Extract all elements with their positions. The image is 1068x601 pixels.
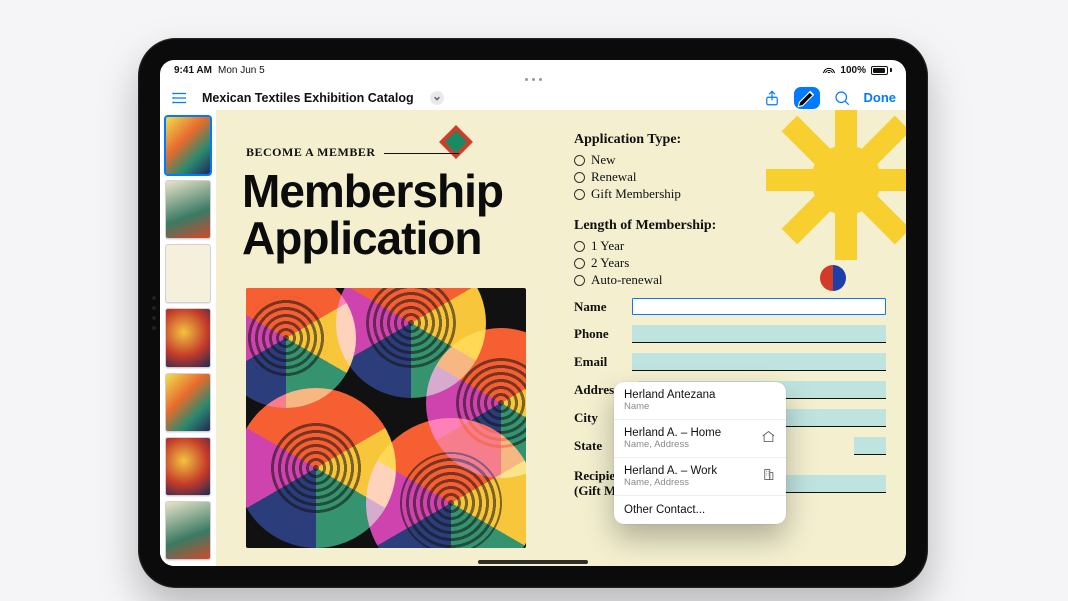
wifi-icon xyxy=(823,64,835,76)
done-button[interactable]: Done xyxy=(864,90,897,105)
length-heading: Length of Membership: xyxy=(574,218,886,234)
page-heading: Membership Application xyxy=(242,168,503,262)
search-page-icon[interactable] xyxy=(832,88,852,108)
name-label: Name xyxy=(574,299,626,315)
home-icon xyxy=(761,429,776,449)
zip-field[interactable] xyxy=(854,437,886,455)
application-type-heading: Application Type: xyxy=(574,132,886,148)
thumbnail-page[interactable] xyxy=(165,308,211,367)
building-icon xyxy=(761,467,776,487)
textile-art-image xyxy=(246,288,526,548)
ipad-device-frame: 9:41 AM Mon Jun 5 100% Mexican Textiles … xyxy=(138,38,928,588)
status-time: 9:41 AM xyxy=(174,65,212,76)
phone-label: Phone xyxy=(574,326,626,342)
name-field[interactable] xyxy=(632,298,886,315)
battery-icon xyxy=(871,66,892,75)
markup-button[interactable] xyxy=(794,87,820,109)
thumbnail-page[interactable] xyxy=(165,373,211,432)
autofill-option[interactable]: Herland A. – WorkName, Address xyxy=(614,457,786,495)
status-bar: 9:41 AM Mon Jun 5 100% xyxy=(160,60,906,78)
sidebar-toggle-icon[interactable] xyxy=(170,88,190,108)
app-toolbar: Mexican Textiles Exhibition Catalog xyxy=(160,83,906,113)
share-icon[interactable] xyxy=(762,88,782,108)
autofill-dropdown: Herland AntezanaName Herland A. – HomeNa… xyxy=(614,382,786,524)
radio-option-auto[interactable]: Auto-renewal xyxy=(574,272,886,288)
home-indicator[interactable] xyxy=(478,560,588,564)
radio-option-1year[interactable]: 1 Year xyxy=(574,238,886,254)
autofill-option[interactable]: Herland A. – HomeName, Address xyxy=(614,419,786,457)
phone-field[interactable] xyxy=(632,325,886,343)
status-date: Mon Jun 5 xyxy=(218,65,265,76)
thumbnail-page[interactable] xyxy=(165,501,211,560)
radio-option-2years[interactable]: 2 Years xyxy=(574,255,886,271)
heading-line: Membership xyxy=(242,168,503,215)
radio-option-renewal[interactable]: Renewal xyxy=(574,169,886,185)
document-page[interactable]: BECOME A MEMBER Membership Application A… xyxy=(216,110,906,566)
heading-line: Application xyxy=(242,215,503,262)
screen: 9:41 AM Mon Jun 5 100% Mexican Textiles … xyxy=(160,60,906,566)
kicker-heading: BECOME A MEMBER xyxy=(246,145,459,160)
autofill-other-contact[interactable]: Other Contact... xyxy=(614,495,786,524)
state-label: State xyxy=(574,438,608,454)
email-label: Email xyxy=(574,354,626,370)
thumbnail-page[interactable] xyxy=(165,244,211,303)
title-menu-chevron-icon[interactable] xyxy=(430,91,444,105)
email-field[interactable] xyxy=(632,353,886,371)
thumbnail-page[interactable] xyxy=(165,437,211,496)
radio-option-new[interactable]: New xyxy=(574,152,886,168)
thumbnail-page[interactable] xyxy=(165,116,211,175)
page-thumbnails[interactable] xyxy=(160,110,216,566)
thumbnail-page[interactable] xyxy=(165,180,211,239)
autofill-option[interactable]: Herland AntezanaName xyxy=(614,382,786,419)
battery-percent: 100% xyxy=(840,65,866,76)
radio-option-gift[interactable]: Gift Membership xyxy=(574,186,886,202)
document-title[interactable]: Mexican Textiles Exhibition Catalog xyxy=(202,91,414,105)
